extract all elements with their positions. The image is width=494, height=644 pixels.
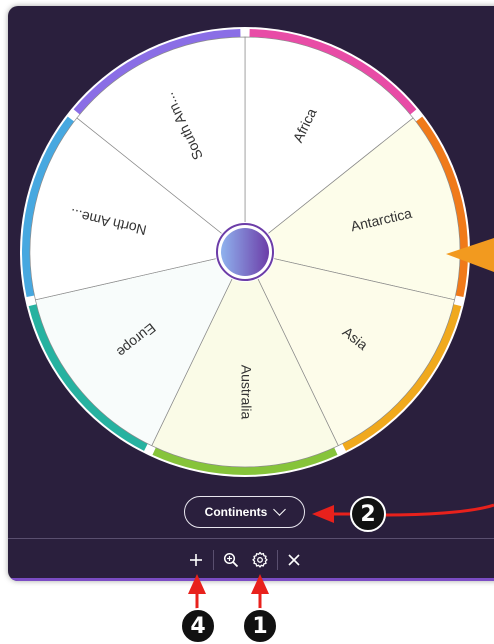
dropdown-label: Continents <box>204 505 268 519</box>
wheel-toolbar <box>0 547 494 573</box>
plus-icon <box>190 554 202 566</box>
settings-button[interactable] <box>248 547 272 573</box>
wheel-segment-label: Australia <box>238 365 254 420</box>
annotation-badge: 1 <box>242 608 278 644</box>
close-icon <box>288 554 300 566</box>
annotation-badge: 4 <box>180 608 216 644</box>
wheel-panel: Africa Antarctica Asia Australia Europe North… <box>8 6 494 581</box>
toolbar-separator <box>277 550 278 570</box>
list-select-dropdown[interactable]: Continents <box>184 496 305 528</box>
spin-button[interactable] <box>221 228 269 276</box>
close-button[interactable] <box>282 547 306 573</box>
add-button[interactable] <box>184 547 208 573</box>
chevron-down-icon <box>273 503 287 516</box>
spinner-wheel[interactable]: AfricaAntarcticaAsiaAustraliaEuropeNorth… <box>8 6 494 581</box>
zoom-button[interactable] <box>219 547 243 573</box>
panel-accent-border <box>8 578 494 581</box>
zoom-in-icon <box>223 552 239 568</box>
toolbar-divider <box>8 538 494 539</box>
annotation-badge: 2 <box>350 496 386 532</box>
toolbar-separator <box>213 550 214 570</box>
gear-icon <box>252 551 268 568</box>
